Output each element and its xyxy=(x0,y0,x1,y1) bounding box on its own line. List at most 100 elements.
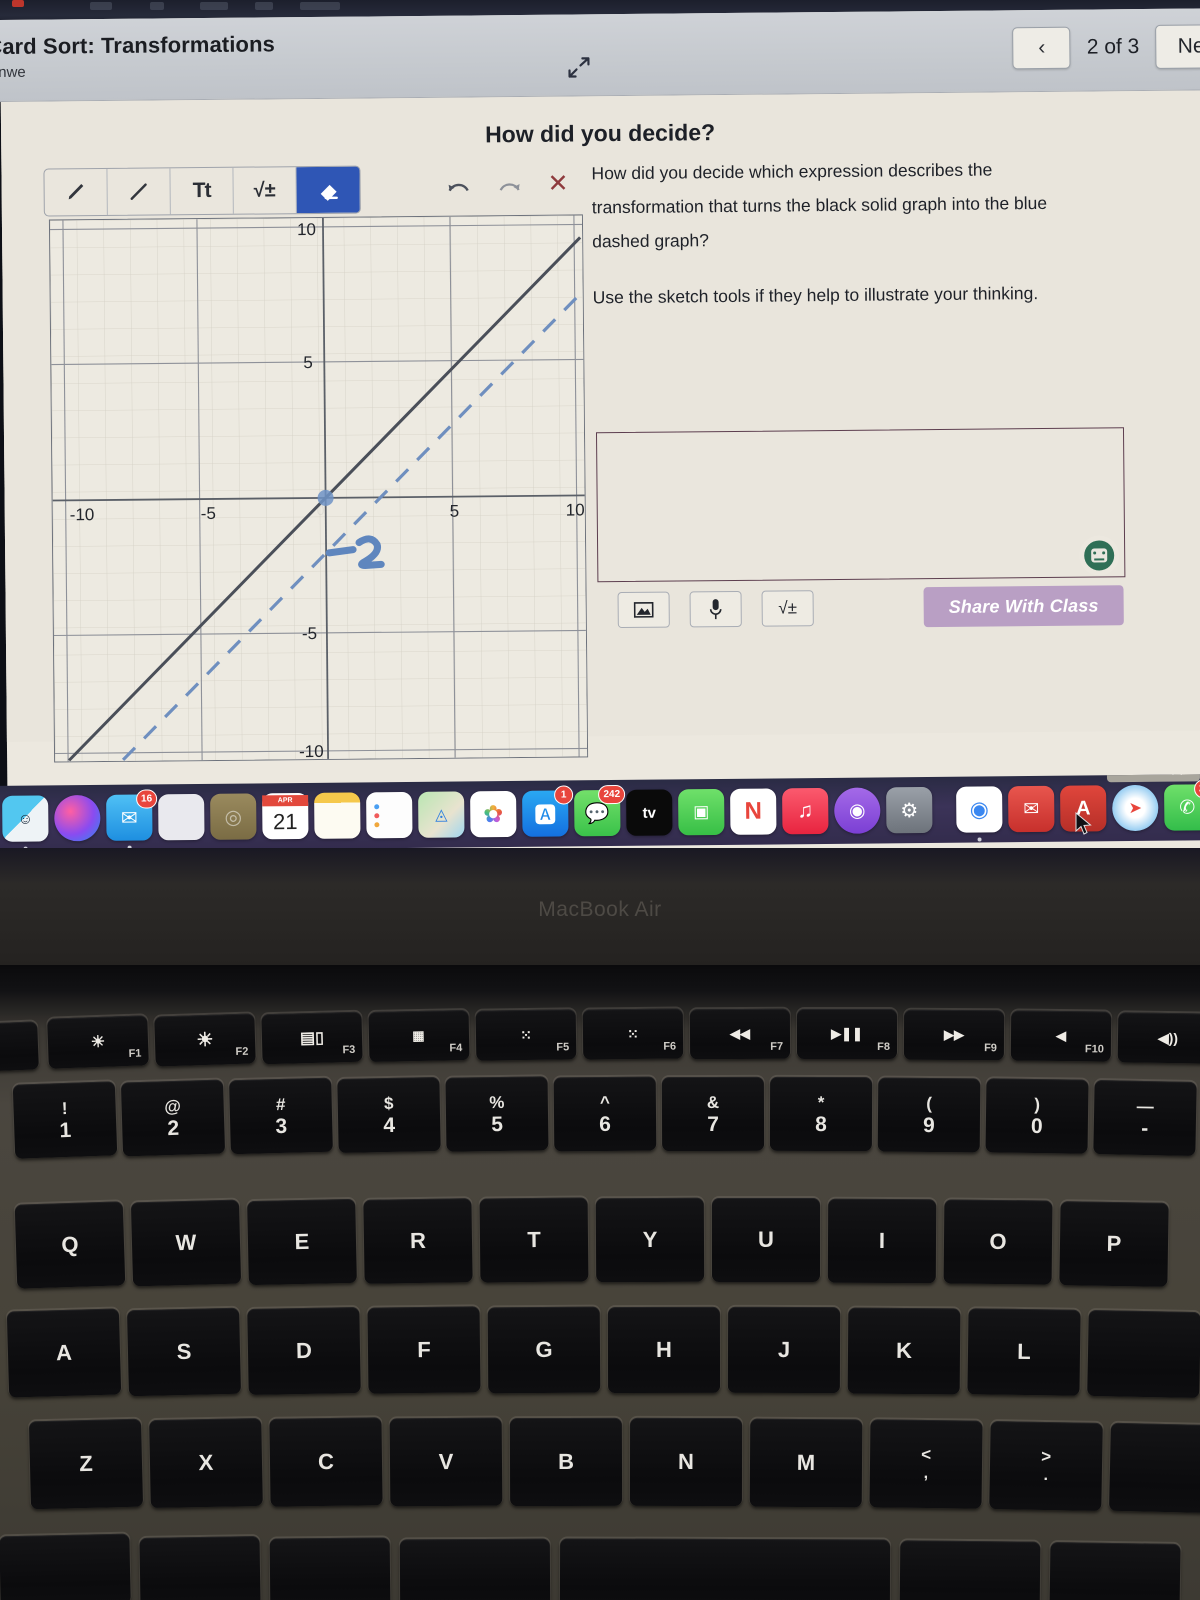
answer-input[interactable] xyxy=(595,427,1126,583)
news-icon[interactable]: N xyxy=(730,788,777,835)
gmail-icon[interactable]: ✉ xyxy=(1008,785,1055,833)
key-y[interactable]: Y xyxy=(595,1197,705,1283)
key-6[interactable]: ^ 6 xyxy=(553,1076,657,1152)
key-f7[interactable]: ◀◀ F7 xyxy=(689,1008,791,1060)
key-s[interactable]: S xyxy=(127,1307,241,1397)
key-control[interactable] xyxy=(139,1536,261,1600)
key-5[interactable]: % 5 xyxy=(445,1076,549,1152)
notes-icon[interactable] xyxy=(314,792,361,839)
key-f9[interactable]: ▶▶ F9 xyxy=(903,1009,1005,1061)
key-l[interactable]: L xyxy=(967,1308,1081,1396)
key-n[interactable]: N xyxy=(629,1417,743,1507)
key-9[interactable]: ( 9 xyxy=(877,1077,981,1153)
mail-icon[interactable]: ✉ 16 xyxy=(106,789,158,850)
key-r[interactable]: R xyxy=(363,1198,473,1284)
key-option-right[interactable] xyxy=(1049,1541,1181,1600)
math-tool[interactable]: √± xyxy=(233,167,297,214)
key-d[interactable]: D xyxy=(247,1307,361,1395)
finder-icon[interactable]: ☺ xyxy=(2,795,49,851)
key-w[interactable]: W xyxy=(130,1199,242,1287)
key-h[interactable]: H xyxy=(607,1306,721,1394)
key-f2[interactable]: ☀ F2 xyxy=(154,1013,256,1067)
key-z[interactable]: Z xyxy=(28,1418,144,1510)
key-1[interactable]: ! 1 xyxy=(12,1081,118,1159)
key-a[interactable]: A xyxy=(6,1308,122,1398)
key-i[interactable]: I xyxy=(827,1198,937,1284)
key-k[interactable]: K xyxy=(847,1307,961,1395)
calendar-icon[interactable]: APR 21 xyxy=(262,792,309,840)
key-c[interactable]: C xyxy=(269,1417,383,1507)
key-minus[interactable]: — - xyxy=(1093,1080,1197,1156)
key-command-right[interactable] xyxy=(899,1540,1041,1600)
facetime-icon[interactable]: ▣ xyxy=(678,788,725,836)
key-f4[interactable]: ▦ F4 xyxy=(368,1009,470,1063)
key-m[interactable]: M xyxy=(749,1418,863,1508)
redo-button[interactable] xyxy=(496,170,522,197)
key-f5[interactable]: ⁙ F5 xyxy=(475,1009,577,1061)
key-slash[interactable] xyxy=(1109,1422,1200,1514)
messages-icon[interactable]: 💬 242 xyxy=(574,784,626,837)
key-option[interactable] xyxy=(269,1537,391,1600)
maps-icon[interactable]: ◬ xyxy=(418,791,465,838)
next-page-button[interactable]: Next xyxy=(1155,24,1200,69)
voice-record-button[interactable] xyxy=(689,590,742,628)
key-2[interactable]: @ 2 xyxy=(120,1079,226,1157)
key-7[interactable]: & 7 xyxy=(661,1076,765,1152)
key-3[interactable]: # 3 xyxy=(229,1077,333,1155)
system-preferences-icon[interactable]: ⚙ xyxy=(886,786,933,834)
close-window-dot[interactable] xyxy=(12,0,24,7)
undo-button[interactable] xyxy=(445,171,471,198)
key-space[interactable] xyxy=(559,1538,891,1600)
math-input-button[interactable]: √± xyxy=(761,590,814,627)
key-f3[interactable]: ▤▯ F3 xyxy=(261,1011,363,1065)
expand-arrows-icon[interactable] xyxy=(563,52,593,82)
previous-page-button[interactable]: ‹ xyxy=(1012,26,1071,70)
key-comma[interactable]: <, xyxy=(869,1419,983,1509)
clear-button[interactable]: ✕ xyxy=(547,169,568,199)
siri-icon[interactable] xyxy=(54,794,101,842)
key-f10[interactable]: ◀ F10 xyxy=(1010,1010,1112,1062)
text-tool[interactable]: Tt xyxy=(170,167,234,215)
key-p[interactable]: P xyxy=(1059,1201,1169,1287)
safari-icon[interactable]: ➤ xyxy=(1112,784,1159,832)
chrome-icon[interactable]: ◉ xyxy=(956,786,1003,842)
eraser-tool[interactable] xyxy=(296,166,360,214)
key-e[interactable]: E xyxy=(247,1198,357,1286)
key-g[interactable]: G xyxy=(487,1306,601,1394)
key-f[interactable]: F xyxy=(367,1306,481,1394)
app-store-icon[interactable]: 🅰 1 xyxy=(522,785,574,837)
key-q[interactable]: Q xyxy=(14,1201,126,1289)
photos-icon[interactable]: ✿ xyxy=(470,790,517,838)
key-command[interactable] xyxy=(399,1538,551,1600)
key-v[interactable]: V xyxy=(389,1417,503,1507)
key-fn[interactable] xyxy=(0,1533,131,1600)
key-0[interactable]: ) 0 xyxy=(985,1078,1089,1154)
key-4[interactable]: $ 4 xyxy=(337,1077,441,1153)
key-t[interactable]: T xyxy=(479,1197,589,1283)
key-j[interactable]: J xyxy=(727,1306,841,1394)
apple-tv-icon[interactable]: tv xyxy=(626,789,673,836)
key-x[interactable]: X xyxy=(149,1417,263,1509)
key-f8[interactable]: ▶❚❚ F8 xyxy=(797,1009,897,1059)
whatsapp-icon[interactable]: ✆28 WhatsApp xyxy=(1106,774,1200,831)
key-semicolon[interactable] xyxy=(1087,1309,1200,1399)
pencil-tool[interactable] xyxy=(44,168,108,216)
key-esc[interactable] xyxy=(0,1021,39,1073)
key-f11[interactable]: ◀)) xyxy=(1117,1012,1200,1064)
key-f6[interactable]: ⁙ F6 xyxy=(582,1008,684,1060)
music-icon[interactable]: ♫ xyxy=(782,787,829,835)
key-period[interactable]: >. xyxy=(989,1421,1103,1511)
podcasts-icon[interactable]: ◉ xyxy=(834,787,881,834)
reminders-icon[interactable] xyxy=(366,791,413,839)
launchpad-icon[interactable] xyxy=(158,793,205,841)
key-8[interactable]: * 8 xyxy=(769,1076,873,1152)
key-f1[interactable]: ☀ F1 xyxy=(47,1015,149,1069)
share-with-class-button[interactable]: Share With Class xyxy=(923,585,1124,628)
insert-image-button[interactable] xyxy=(617,591,670,629)
key-o[interactable]: O xyxy=(943,1199,1053,1285)
coordinate-graph[interactable]: 10 5 -5 -10 -10 -5 5 10 0 xyxy=(48,214,589,763)
contacts-icon[interactable]: ◎ xyxy=(210,793,257,840)
line-tool[interactable] xyxy=(107,168,171,215)
key-b[interactable]: B xyxy=(509,1417,623,1507)
key-u[interactable]: U xyxy=(712,1198,820,1282)
